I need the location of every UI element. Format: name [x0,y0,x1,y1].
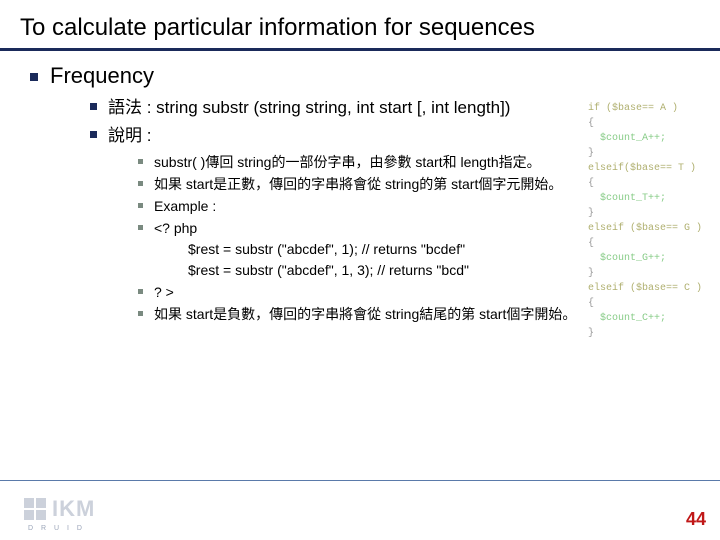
detail-3: Example : [138,196,720,217]
logo-subtext: D R U I D [28,525,85,532]
page-number: 44 [686,509,706,530]
detail-5: ? > [138,282,720,303]
logo: IKM [24,496,95,522]
page-title: To calculate particular information for … [20,14,700,42]
content-area: if ($base== A ) { $count_A++; } elseif($… [0,51,720,325]
syntax-line: 語法 : string substr (string string, int s… [90,95,720,121]
code-line-2: $rest = substr ("abcdef", 1, 3); // retu… [154,260,720,281]
title-bar: To calculate particular information for … [0,0,720,51]
logo-icon [24,498,46,520]
code-line-1: $rest = substr ("abcdef", 1); // returns… [154,239,720,260]
footer: IKM D R U I D 44 [0,480,720,540]
logo-text: IKM [52,496,95,522]
section-heading: Frequency 語法 : string substr (string str… [30,63,720,325]
detail-1: substr( )傳回 string的一部份字串，由參數 start和 leng… [138,152,720,173]
detail-6: 如果 start是負數，傳回的字串將會從 string結尾的第 start個字開… [138,304,720,325]
description-line: 說明 : substr( )傳回 string的一部份字串，由參數 start和… [90,123,720,326]
section-label: Frequency [50,63,154,88]
desc-label: 說明 : [108,126,151,145]
detail-4: <? php $rest = substr ("abcdef", 1); // … [138,218,720,281]
detail-2: 如果 start是正數，傳回的字串將會從 string的第 start個字元開始… [138,174,720,195]
